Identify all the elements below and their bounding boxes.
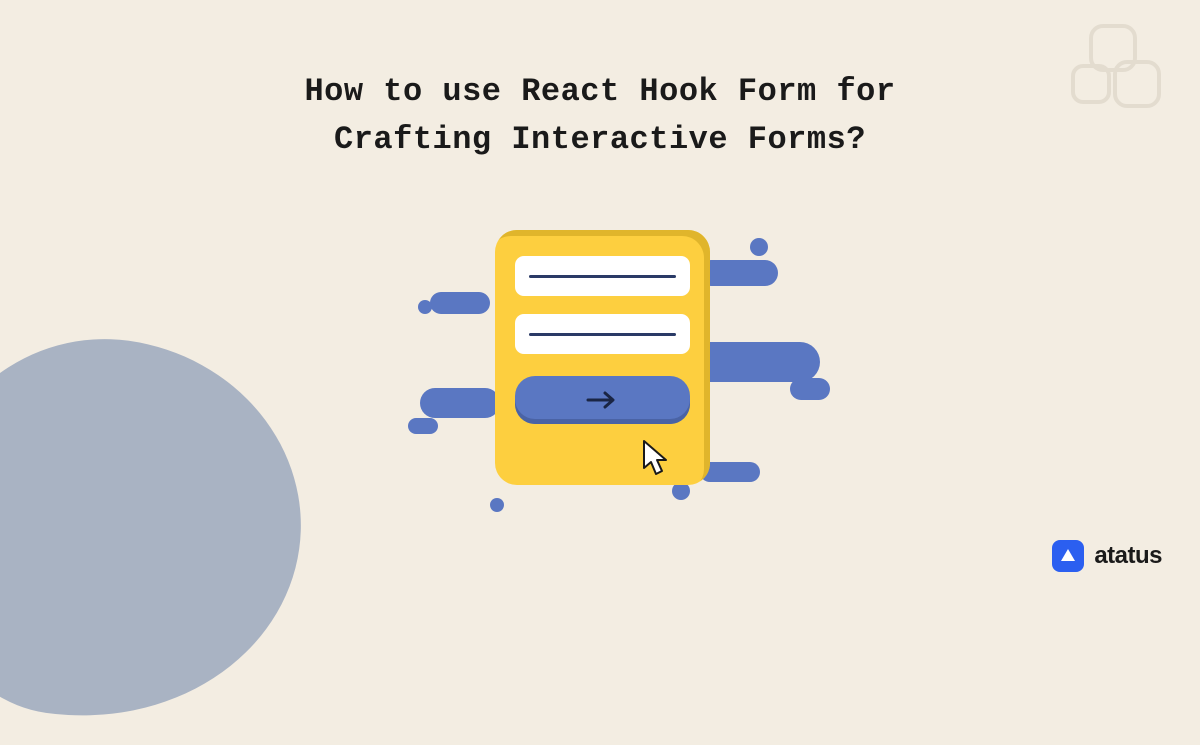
splash-decoration: [420, 388, 500, 418]
title-line-1: How to use React Hook Form for: [0, 68, 1200, 116]
page-title: How to use React Hook Form for Crafting …: [0, 0, 1200, 164]
blob-decoration: [0, 315, 325, 744]
title-line-2: Crafting Interactive Forms?: [0, 116, 1200, 164]
form-illustration: [390, 230, 810, 550]
input-line: [529, 275, 676, 278]
splash-decoration: [750, 238, 768, 256]
splash-decoration: [430, 292, 490, 314]
brand-name: atatus: [1094, 542, 1162, 570]
form-input-1: [515, 256, 690, 296]
input-line: [529, 333, 676, 336]
form-card: [495, 230, 710, 485]
splash-decoration: [698, 260, 778, 286]
splash-decoration: [490, 498, 504, 512]
corner-decoration-icon: [1065, 20, 1175, 135]
splash-decoration: [408, 418, 438, 434]
splash-decoration: [790, 378, 830, 400]
cursor-icon: [640, 438, 676, 480]
arrow-right-icon: [586, 390, 620, 410]
brand-icon: [1052, 540, 1084, 572]
brand-logo: atatus: [1052, 540, 1162, 572]
splash-decoration: [418, 300, 432, 314]
submit-button: [515, 376, 690, 424]
form-input-2: [515, 314, 690, 354]
